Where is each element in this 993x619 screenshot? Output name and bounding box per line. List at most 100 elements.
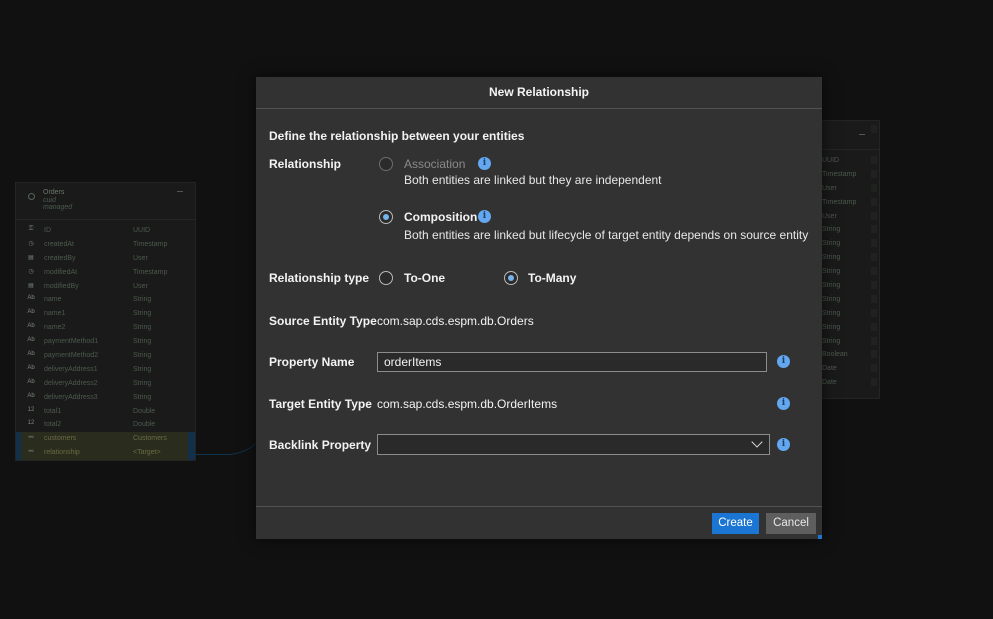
entity-property-row[interactable]: UUID: [819, 154, 879, 168]
entity-property-row[interactable]: ▤ modifiedBy User: [16, 280, 195, 294]
entity-property-row[interactable]: String: [819, 265, 879, 279]
entity-property-row[interactable]: ◷ modifiedAt Timestamp: [16, 266, 195, 280]
association-info-icon[interactable]: i: [478, 157, 491, 170]
property-type: String: [822, 337, 841, 345]
composition-info-icon[interactable]: i: [478, 210, 491, 223]
entity-property-row[interactable]: Date: [819, 376, 879, 390]
association-radio[interactable]: [379, 157, 393, 171]
entity-property-row[interactable]: String: [819, 321, 879, 335]
orders-entity-panel[interactable]: Orders cuid managed ⚿ ID UUID ◷ createdAt Tim…: [15, 182, 196, 461]
entity-property-row[interactable]: ⚯ customers Customers: [16, 432, 195, 447]
entity-property-row[interactable]: Boolean: [819, 348, 879, 362]
cancel-button[interactable]: Cancel: [766, 513, 816, 534]
text-icon: Ab: [27, 309, 35, 316]
entity-property-row[interactable]: String: [819, 335, 879, 349]
dialog-intro: Define the relationship between your ent…: [269, 129, 525, 143]
property-type: User: [133, 254, 148, 262]
property-name-input[interactable]: [377, 352, 767, 372]
property-name: ID: [44, 227, 51, 234]
entity-property-row[interactable]: ◷ createdAt Timestamp: [16, 238, 195, 252]
entity-property-row[interactable]: Ab paymentMethod2 String: [16, 349, 195, 363]
text-icon: Ab: [27, 351, 35, 358]
entity-property-list: ⚿ ID UUID ◷ createdAt Timestamp ▤ createdBy User…: [16, 224, 195, 461]
to-one-radio[interactable]: [379, 271, 393, 285]
resize-handle[interactable]: [818, 535, 822, 539]
property-name: createdBy: [44, 254, 76, 262]
entity-property-row[interactable]: Ab deliveryAddress1 String: [16, 363, 195, 377]
entity-property-row[interactable]: Ab paymentMethod1 String: [16, 335, 195, 349]
property-type: String: [822, 240, 841, 248]
target-entity-label: Target Entity Type: [269, 397, 372, 411]
entity-property-row[interactable]: String: [819, 307, 879, 321]
entity-property-row[interactable]: String: [819, 279, 879, 293]
entity-property-row[interactable]: Timestamp: [819, 196, 879, 210]
property-type: Timestamp: [822, 198, 857, 206]
property-type: String: [133, 379, 152, 387]
property-name: paymentMethod1: [44, 338, 99, 346]
entity-property-row[interactable]: Ab name2 String: [16, 321, 195, 335]
backlink-property-select[interactable]: [377, 434, 770, 455]
property-name: deliveryAddress2: [44, 379, 98, 387]
property-type: UUID: [133, 227, 151, 234]
to-one-label: To-One: [404, 271, 446, 285]
entity-property-row[interactable]: String: [819, 251, 879, 265]
property-name: relationship: [44, 449, 80, 457]
property-type: String: [133, 310, 152, 318]
property-name-label: Property Name: [269, 355, 355, 369]
source-entity-label: Source Entity Type: [269, 314, 377, 328]
entity-property-row[interactable]: 12 total1 Double: [16, 405, 195, 419]
property-name-info-icon[interactable]: i: [777, 355, 790, 368]
property-name: modifiedAt: [44, 268, 78, 276]
association-description: Both entities are linked but they are in…: [404, 173, 662, 187]
minimize-icon[interactable]: [177, 191, 183, 192]
entity-property-row[interactable]: Date: [819, 362, 879, 376]
chevron-down-icon: [751, 436, 763, 448]
entity-action-icon[interactable]: [871, 125, 877, 133]
relationship-label: Relationship: [269, 157, 342, 171]
property-type: Customers: [133, 435, 167, 443]
property-type: String: [822, 268, 841, 276]
property-name: createdAt: [44, 240, 74, 248]
property-name: customers: [44, 435, 77, 443]
property-name: name2: [44, 324, 66, 332]
entity-property-row[interactable]: 12 total2 Double: [16, 418, 195, 432]
property-type: Timestamp: [133, 240, 168, 248]
text-icon: Ab: [27, 337, 35, 344]
entity-property-row[interactable]: User: [819, 210, 879, 224]
property-type: User: [822, 184, 837, 192]
entity-property-row[interactable]: String: [819, 237, 879, 251]
target-entity-info-icon[interactable]: i: [777, 397, 790, 410]
entity-property-row[interactable]: Ab deliveryAddress2 String: [16, 377, 195, 391]
entity-property-row[interactable]: ▤ createdBy User: [16, 252, 195, 266]
clock-icon: ◷: [28, 268, 34, 275]
minimize-icon[interactable]: [859, 134, 865, 135]
target-entity-value: com.sap.cds.espm.db.OrderItems: [377, 397, 558, 411]
property-type: String: [822, 226, 841, 234]
text-icon: Ab: [27, 378, 35, 385]
target-entity-panel[interactable]: UUID Timestamp User Timestamp User String Stri…: [818, 120, 880, 399]
composition-radio[interactable]: [379, 210, 393, 224]
entity-property-row[interactable]: String: [819, 223, 879, 237]
entity-property-row[interactable]: Ab name String: [16, 293, 195, 307]
entity-property-row[interactable]: String: [819, 293, 879, 307]
create-button[interactable]: Create: [712, 513, 759, 534]
entity-property-row[interactable]: ⚯ relationship <Target>: [16, 446, 195, 461]
user-icon: ▤: [28, 282, 34, 289]
composition-description: Both entities are linked but lifecycle o…: [404, 228, 809, 242]
property-type: Date: [822, 379, 837, 387]
entity-property-row[interactable]: Ab deliveryAddress3 String: [16, 391, 195, 405]
link-icon: ⚯: [28, 435, 34, 442]
entity-property-row[interactable]: Ab name1 String: [16, 307, 195, 321]
entity-property-row[interactable]: ⚿ ID UUID: [16, 224, 195, 238]
property-type: String: [133, 296, 152, 304]
number-icon: 12: [27, 420, 35, 427]
property-type: User: [822, 212, 837, 220]
backlink-info-icon[interactable]: i: [777, 438, 790, 451]
property-type: String: [133, 352, 152, 360]
clock-icon: ◷: [28, 240, 34, 247]
to-many-radio[interactable]: [504, 271, 518, 285]
entity-property-row[interactable]: Timestamp: [819, 168, 879, 182]
entity-header: Orders cuid managed: [16, 183, 195, 220]
property-type: Boolean: [822, 351, 848, 359]
entity-property-row[interactable]: User: [819, 182, 879, 196]
